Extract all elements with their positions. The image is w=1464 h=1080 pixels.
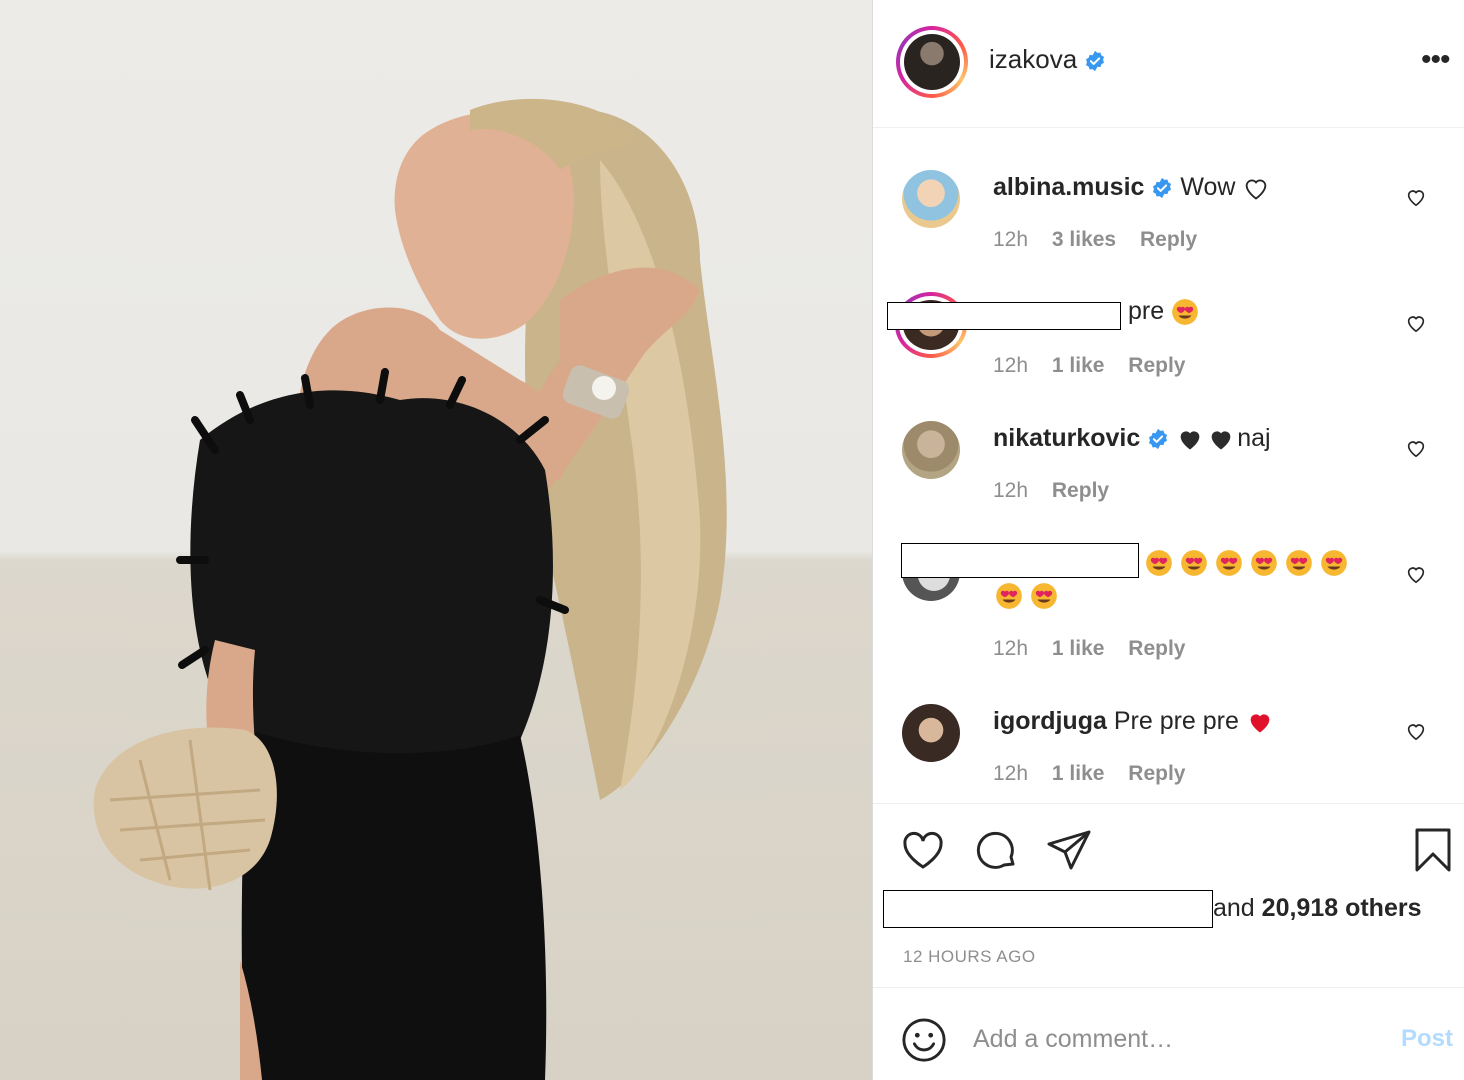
owner-username-text[interactable]: izakova (989, 44, 1077, 74)
post-header: izakova ••• (873, 0, 1464, 128)
comment-heart-icon[interactable] (1405, 186, 1427, 208)
verified-icon (1149, 429, 1168, 450)
comment-text: Wow (1180, 173, 1243, 201)
comment-likes[interactable]: 3 likes (1052, 228, 1116, 251)
emoji-row (995, 581, 1065, 610)
comment-heart-icon[interactable] (1405, 437, 1427, 459)
reply-button[interactable]: Reply (1128, 637, 1185, 660)
comment-likes[interactable]: 1 like (1052, 637, 1105, 660)
comment-time: 12h (993, 762, 1029, 785)
smile-icon[interactable] (901, 1017, 947, 1063)
comment-text: Pre pre pre (1113, 707, 1246, 735)
heart-eyes-emoji-icon (1181, 550, 1207, 577)
comment-likes[interactable]: 1 like (1052, 762, 1105, 785)
share-icon[interactable] (1045, 826, 1093, 874)
likes-prefix: and (1213, 894, 1262, 922)
comment-icon[interactable] (972, 826, 1020, 874)
post-photo[interactable] (0, 0, 872, 1080)
comment-time: 12h (993, 479, 1029, 502)
red-heart-icon (1250, 714, 1270, 733)
redacted-username (887, 302, 1121, 330)
comment-heart-icon[interactable] (1405, 720, 1427, 742)
more-options-button[interactable]: ••• (1421, 45, 1450, 75)
reply-button[interactable]: Reply (1052, 479, 1109, 502)
black-heart-icon (1211, 431, 1231, 450)
comment-username[interactable]: albina.music (993, 173, 1144, 201)
white-heart-icon (1246, 179, 1267, 201)
heart-eyes-emoji-icon (1251, 550, 1277, 577)
comment-meta: 12h 1 like Reply (993, 354, 1203, 378)
post-timestamp[interactable]: 12 HOURS AGO (903, 947, 1036, 967)
reply-button[interactable]: Reply (1128, 762, 1185, 785)
comment-meta: 12h Reply (993, 479, 1127, 503)
emoji-row (1145, 548, 1355, 577)
comment-time: 12h (993, 637, 1029, 660)
redacted-liker (883, 890, 1213, 928)
avatar[interactable] (902, 704, 960, 762)
comment-text: pre (1128, 297, 1172, 325)
post-side-panel: izakova ••• albina.music Wow 12h 3 likes… (872, 0, 1464, 1080)
comment-likes[interactable]: 1 like (1052, 354, 1105, 377)
comment-heart-icon[interactable] (1405, 312, 1427, 334)
comment-time: 12h (993, 354, 1029, 377)
heart-eyes-emoji-icon (1216, 550, 1242, 577)
heart-eyes-emoji-icon (1321, 550, 1347, 577)
heart-eyes-emoji-icon (996, 583, 1022, 610)
owner-username[interactable]: izakova (989, 44, 1106, 75)
verified-icon (1153, 178, 1172, 199)
reply-button[interactable]: Reply (1140, 228, 1197, 251)
avatar[interactable] (902, 170, 960, 228)
heart-eyes-emoji-icon (1146, 550, 1172, 577)
likes-summary[interactable]: and 20,918 others (1213, 894, 1422, 923)
heart-eyes-emoji-icon (1286, 550, 1312, 577)
photo-illustration (93, 98, 727, 1080)
comment-username[interactable]: igordjuga (993, 707, 1107, 735)
comment-meta: 12h 1 like Reply (993, 637, 1203, 661)
comment-heart-icon[interactable] (1405, 563, 1427, 585)
redacted-username (901, 543, 1139, 578)
heart-eyes-emoji-icon (1172, 299, 1198, 326)
add-comment-bar: Post (873, 987, 1464, 1080)
post-actions: and 20,918 others 12 HOURS AGO (873, 803, 1464, 988)
comment-text: naj (1237, 424, 1271, 452)
black-heart-icon (1180, 431, 1200, 450)
comment-username[interactable]: nikaturkovic (993, 424, 1140, 452)
verified-icon (1086, 51, 1105, 72)
likes-count[interactable]: 20,918 others (1262, 894, 1422, 922)
heart-icon[interactable] (899, 826, 947, 874)
comment-meta: 12h 3 likes Reply (993, 228, 1215, 252)
owner-avatar[interactable] (896, 26, 968, 98)
comment-input[interactable] (973, 1017, 1373, 1061)
heart-eyes-emoji-icon (1031, 583, 1057, 610)
bookmark-icon[interactable] (1409, 826, 1457, 874)
post-button[interactable]: Post (1401, 1025, 1453, 1053)
avatar[interactable] (902, 421, 960, 479)
comment-time: 12h (993, 228, 1029, 251)
comment-meta: 12h 1 like Reply (993, 762, 1203, 786)
reply-button[interactable]: Reply (1128, 354, 1185, 377)
